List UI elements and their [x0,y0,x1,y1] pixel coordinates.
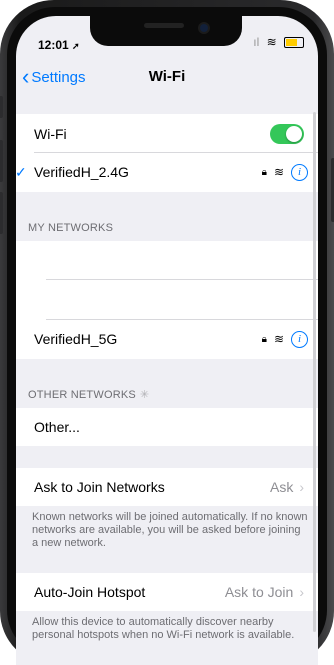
notch [90,16,242,46]
other-network-label: Other... [34,419,80,435]
ask-to-join-footnote: Known networks will be joined automatica… [32,511,308,549]
my-network-name: VerifiedH_5G [34,331,118,347]
battery-charging-icon [284,37,304,49]
lock-icon: 🔒︎ [261,333,267,345]
checkmark-icon: ✓ [16,163,27,180]
toggle-knob [286,126,302,142]
auto-join-hotspot-value: Ask to Join › [225,584,304,600]
silent-switch [0,96,3,118]
divider [34,152,318,153]
camera [200,24,208,32]
cell-signal-icon: ıl [253,35,260,49]
wifi-signal-icon: ≋ [273,165,284,179]
wifi-toggle-row: Wi-Fi [16,116,318,152]
location-arrow-icon: ➚ [72,41,80,51]
divider [46,319,318,320]
other-networks-header-label: OTHER NETWORKS [28,389,136,401]
auto-join-hotspot-label: Auto-Join Hotspot [34,584,146,600]
connected-network-row[interactable]: ✓ VerifiedH_2.4G 🔒︎ ≋ i [16,154,318,190]
my-networks-header: MY NETWORKS [28,222,114,234]
wifi-group: Wi-Fi ✓ VerifiedH_2.4G 🔒︎ ≋ i [16,114,318,192]
volume-down-button [0,192,3,234]
my-networks-group: VerifiedH_5G 🔒︎ ≋ i [16,241,318,359]
ask-to-join-value-text: Ask [269,479,294,495]
ask-to-join-row[interactable]: Ask to Join Networks Ask › [16,469,318,505]
auto-join-hotspot-footnote: Allow this device to automatically disco… [32,616,295,641]
ask-to-join-value: Ask › [270,479,304,495]
speaker [144,23,184,28]
info-icon[interactable]: i [291,163,308,181]
wifi-icon: ≋ [266,35,277,49]
other-networks-header: OTHER NETWORKS ✳ [28,388,149,401]
chevron-right-icon: › [299,584,304,600]
my-network-row[interactable]: VerifiedH_5G 🔒︎ ≋ i [16,321,318,357]
phone-frame: 12:01 ➚ ıl ≋ ‹ Settings Wi-Fi Wi-Fi ✓ Ve… [0,0,334,665]
my-network-row[interactable] [16,241,318,277]
other-networks-group: Other... [16,408,318,446]
wifi-toggle[interactable] [270,124,304,144]
info-icon[interactable]: i [291,330,308,348]
auto-join-hotspot-row[interactable]: Auto-Join Hotspot Ask to Join › [16,574,318,610]
auto-join-hotspot-value-text: Ask to Join [224,584,294,600]
volume-up-button [0,140,3,182]
chevron-right-icon: › [299,479,304,495]
scroll-indicator [313,112,316,632]
ask-to-join-group: Ask to Join Networks Ask › [16,468,318,506]
network-icons: 🔒︎ ≋ i [261,330,308,348]
connected-network-name: VerifiedH_2.4G [34,164,129,180]
auto-join-hotspot-group: Auto-Join Hotspot Ask to Join › [16,573,318,611]
ask-to-join-label: Ask to Join Networks [34,479,165,495]
network-icons: 🔒︎ ≋ i [261,163,308,181]
navigation-bar: ‹ Settings Wi-Fi [16,60,318,100]
screen: 12:01 ➚ ıl ≋ ‹ Settings Wi-Fi Wi-Fi ✓ Ve… [16,16,318,665]
wifi-toggle-label: Wi-Fi [34,126,67,142]
status-time: 12:01 ➚ [38,38,80,52]
status-icons: ıl ≋ [249,35,304,49]
lock-icon: 🔒︎ [261,166,267,178]
other-network-row[interactable]: Other... [16,409,318,445]
divider [46,279,318,280]
my-network-row[interactable] [16,281,318,317]
wifi-signal-icon: ≋ [273,332,284,346]
loading-spinner-icon: ✳ [139,389,150,401]
page-title: Wi-Fi [148,68,186,85]
